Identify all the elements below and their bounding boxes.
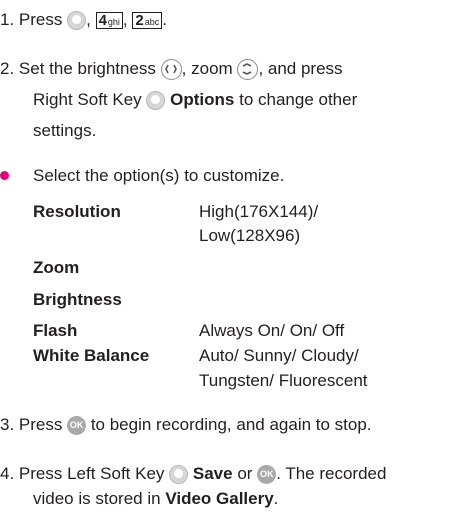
option-name: Zoom (33, 258, 80, 277)
save-label: Save (192, 464, 233, 483)
step-2-change-text: to change other (239, 90, 358, 109)
key-4-icon: 4ghi (95, 12, 123, 30)
nav-up-down-icon (237, 59, 259, 81)
step-2-zoom-text: , zoom (181, 59, 233, 78)
period: . (162, 10, 167, 29)
ok-key-icon: OK (257, 465, 277, 485)
option-value: Always On/ On/ Off (199, 321, 345, 340)
option-name: Flash (33, 321, 78, 340)
key-4-digit: 4 (98, 12, 107, 30)
step-1-prefix: 1. Press (0, 10, 63, 29)
option-name: Brightness (33, 290, 122, 309)
step-3-rest: to begin recording, and again to stop. (90, 415, 372, 434)
key-2-letters: abc (144, 17, 160, 28)
option-value: High(176X144)/ (199, 202, 319, 221)
bullet-dot (0, 171, 9, 180)
step-2-press-text: , and press (258, 59, 343, 78)
right-soft-key-text: Right Soft Key (33, 90, 142, 109)
soft-key-icon (67, 11, 87, 31)
soft-key-icon (146, 91, 166, 111)
option-value: Auto/ Sunny/ Cloudy/ (199, 346, 359, 365)
key-4-letters: ghi (107, 17, 120, 28)
bullet-text: Select the option(s) to customize. (33, 166, 285, 185)
step-3: 3. Press OK to begin recording, and agai… (0, 415, 372, 436)
ok-key-icon: OK (67, 416, 87, 436)
comma: , (86, 10, 91, 29)
period: . (273, 489, 279, 508)
step-4-line-2: video is stored in Video Gallery. (33, 489, 278, 509)
comma: , (122, 10, 128, 29)
step-2-settings-text: settings. (33, 121, 97, 140)
step-4-line-1: 4. Press Left Soft Key Save or OK. The r… (0, 464, 387, 485)
step-3-text: 3. Press (0, 415, 63, 434)
step-2-text: 2. Set the brightness (0, 59, 156, 78)
step-1: 1. Press , 4ghi, 2abc. (0, 10, 167, 31)
video-gallery-label: Video Gallery (165, 489, 274, 508)
option-value: Tungsten/ Fluorescent (199, 371, 368, 390)
option-name: White Balance (33, 346, 150, 365)
soft-key-icon (169, 465, 189, 485)
or-text: or (237, 464, 253, 483)
key-2-digit: 2 (135, 12, 144, 30)
step-2-line-3: settings. (33, 121, 96, 141)
step-4-text: 4. Press Left Soft Key (0, 464, 165, 483)
option-value: Low(128X96) (199, 226, 301, 245)
step-2-line-1: 2. Set the brightness , zoom , and press (0, 59, 343, 81)
key-2-icon: 2abc (132, 12, 163, 30)
step-4-stored-text: video is stored in (33, 489, 161, 508)
step-4-recorded-text: . The recorded (276, 464, 387, 483)
option-name: Resolution (33, 202, 121, 221)
nav-left-right-icon (160, 59, 182, 81)
options-label: Options (170, 90, 235, 109)
step-2-line-2: Right Soft Key Options to change other (33, 90, 358, 111)
